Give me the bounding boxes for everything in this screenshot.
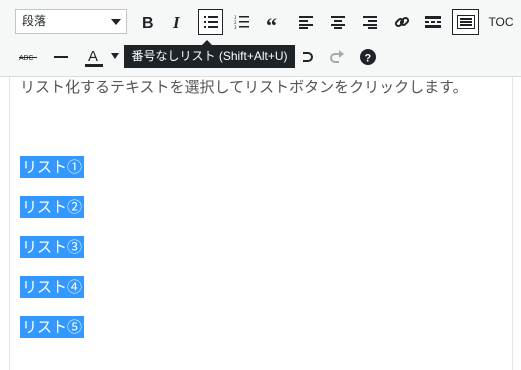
align-right-button[interactable] [360,10,380,34]
align-center-button[interactable] [328,10,348,34]
align-center-icon [331,15,345,29]
strikethrough-button[interactable]: ABC [18,46,38,68]
undo-icon [303,52,313,62]
redo-button[interactable] [327,46,347,68]
tooltip: 番号なしリスト (Shift+Alt+U) [124,40,295,68]
list-item: リスト④ [20,276,85,298]
redo-icon [330,50,344,63]
svg-text:3: 3 [234,25,237,29]
toc-button[interactable]: TOC [486,10,516,34]
format-select-value: 段落 [22,14,47,28]
numbered-list-button[interactable]: 1 2 3 [232,10,252,34]
bold-button[interactable]: B [137,10,157,34]
editor-paragraph: リスト化するテキストを選択してリストボタンをクリックします。 [20,78,468,96]
svg-text:?: ? [365,53,372,65]
strikethrough-icon: ABC [19,55,37,62]
align-left-button[interactable] [296,10,316,34]
toolbar-toggle-button[interactable] [452,9,479,35]
list-item: リスト③ [20,236,85,258]
numbered-list-icon: 1 2 3 [234,15,249,29]
list-item: リスト⑤ [20,316,85,338]
read-more-button[interactable] [423,10,443,34]
list-item: リスト② [20,196,85,218]
italic-button[interactable]: I [167,10,187,34]
editor-toolbar: 段落 B I 1 2 3 “ TOC ABC A ? 番号なしリスト (Shif… [0,0,521,77]
horizontal-line-icon [54,56,68,58]
text-color-button[interactable]: A [83,44,105,70]
align-right-icon [363,15,377,29]
format-select[interactable]: 段落 [15,9,127,34]
read-more-icon [425,16,441,28]
bulleted-list-icon [203,16,218,28]
link-icon [394,16,410,28]
list-item: リスト① [20,156,85,178]
undo-button[interactable] [296,46,316,68]
svg-text:I: I [172,14,181,30]
text-color-dropdown-icon[interactable] [110,50,120,62]
svg-text:B: B [142,15,154,30]
horizontal-line-button[interactable] [51,46,71,68]
svg-text:ABC: ABC [19,55,33,62]
text-color-icon: A [85,48,103,67]
tooltip-text: 番号なしリスト (Shift+Alt+U) [131,49,288,63]
svg-text:“: “ [266,15,277,29]
align-left-icon [299,15,313,29]
svg-text:A: A [88,48,98,65]
blockquote-button[interactable]: “ [264,10,284,34]
chevron-down-icon [111,19,121,25]
quote-icon: “ [266,15,277,29]
help-icon: ? [360,49,376,65]
tooltip-arrow [202,40,212,45]
insert-link-button[interactable] [392,10,412,34]
help-button[interactable]: ? [358,46,378,68]
bold-icon: B [142,15,154,30]
italic-icon: I [172,14,181,30]
bulleted-list-button[interactable] [198,9,223,35]
editor-content-area[interactable] [9,77,513,370]
keyboard-icon [456,15,475,29]
